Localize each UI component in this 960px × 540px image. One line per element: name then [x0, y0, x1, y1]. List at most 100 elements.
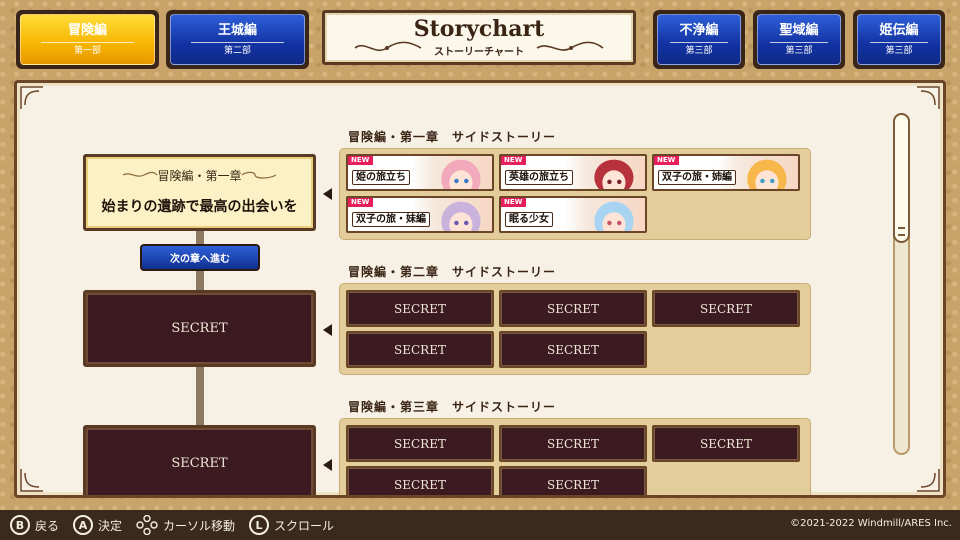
side-story-title: 姫の旅立ち	[352, 170, 410, 185]
tab-label: 姫伝編	[879, 22, 919, 38]
tab-kiden[interactable]: 姫伝編 第三部	[853, 10, 945, 69]
side-story-secret: SECRET	[394, 477, 446, 492]
storychart-title-card: Storychart ストーリーチャート	[322, 10, 636, 65]
corner-ornament-icon	[917, 469, 940, 492]
section-title: 冒険編・第二章 サイドストーリー	[348, 265, 557, 279]
control-hint-back: B 戻る	[10, 515, 59, 535]
side-story-card[interactable]: SECRET	[346, 466, 494, 495]
side-story-card[interactable]: NEW 姫の旅立ち	[346, 154, 494, 191]
side-story-title: 双子の旅・姉編	[658, 170, 736, 185]
next-chapter-button[interactable]: 次の章へ進む	[140, 244, 260, 271]
side-story-grid: SECRET SECRET SECRET SECRET SECRET	[339, 283, 811, 375]
dpad-icon	[136, 515, 158, 535]
side-story-secret: SECRET	[547, 477, 599, 492]
tab-sublabel: 第三部	[785, 45, 813, 56]
tab-boken-face: 冒険編 第一部	[20, 14, 155, 65]
character-portrait-icon	[594, 159, 634, 189]
new-badge: NEW	[654, 156, 680, 165]
side-story-secret: SECRET	[547, 301, 599, 316]
corner-ornament-icon	[20, 469, 43, 492]
chapter-card-3[interactable]: SECRET	[83, 425, 316, 495]
flourish-right-icon	[536, 41, 604, 51]
section-title: 冒険編・第一章 サイドストーリー	[348, 130, 557, 144]
side-story-secret: SECRET	[394, 301, 446, 316]
side-story-title: 英雄の旅立ち	[505, 170, 573, 185]
side-story-card[interactable]: SECRET	[499, 331, 647, 368]
side-story-title: 双子の旅・妹編	[352, 212, 430, 227]
control-hint-confirm: A 決定	[73, 515, 122, 535]
corner-ornament-icon	[917, 86, 940, 109]
side-story-card[interactable]: SECRET	[346, 331, 494, 368]
tab-sublabel: 第三部	[685, 45, 713, 56]
tab-fujo[interactable]: 不浄編 第三部	[653, 10, 745, 69]
side-story-card[interactable]: NEW 英雄の旅立ち	[499, 154, 647, 191]
chapter-card-1[interactable]: 冒険編・第一章 始まりの遺跡で最高の出会いを	[83, 154, 316, 231]
controls-bar: B 戻る A 決定 カーソル移動 L スクロール ©2021-2022 Wind…	[0, 510, 960, 540]
chapter-subtitle: 冒険編・第一章	[157, 169, 242, 183]
chapter-card-2[interactable]: SECRET	[83, 290, 316, 367]
scrollbar-thumb[interactable]	[893, 113, 910, 243]
pointer-arrow-icon	[323, 459, 332, 471]
tab-sublabel: 第三部	[885, 45, 913, 56]
side-story-secret: SECRET	[394, 342, 446, 357]
control-hint-cursor: カーソル移動	[136, 515, 235, 535]
new-badge: NEW	[348, 198, 374, 207]
ornament-icon	[241, 171, 277, 179]
tab-fujo-face: 不浄編 第三部	[657, 14, 741, 65]
side-story-secret: SECRET	[394, 436, 446, 451]
character-portrait-icon	[441, 159, 481, 189]
tab-divider	[40, 41, 135, 43]
grip-icon	[898, 227, 905, 236]
tab-label: 王城編	[217, 22, 257, 38]
side-story-card[interactable]: NEW 双子の旅・姉編	[652, 154, 800, 191]
chapter-secret-label: SECRET	[171, 321, 228, 336]
control-label: 戻る	[35, 518, 60, 533]
tab-divider	[870, 41, 928, 43]
tab-divider	[670, 41, 728, 43]
tab-label: 冒険編	[67, 22, 107, 38]
l-stick-icon: L	[249, 515, 270, 535]
chapter-title: 始まりの遺跡で最高の出会いを	[101, 199, 298, 215]
side-story-secret: SECRET	[700, 301, 752, 316]
control-label: スクロール	[274, 518, 335, 533]
b-button-icon: B	[10, 515, 30, 535]
section-title: 冒険編・第三章 サイドストーリー	[348, 400, 557, 414]
tab-seiiki[interactable]: 聖域編 第三部	[753, 10, 845, 69]
side-story-card[interactable]: SECRET	[652, 290, 800, 327]
side-story-card[interactable]: SECRET	[499, 425, 647, 462]
control-label: カーソル移動	[163, 518, 236, 533]
tab-ojo-face: 王城編 第二部	[170, 14, 305, 65]
side-story-card[interactable]: SECRET	[499, 466, 647, 495]
tab-label: 不浄編	[679, 22, 719, 38]
pointer-arrow-icon	[323, 188, 332, 200]
side-story-secret: SECRET	[700, 436, 752, 451]
tab-label: 聖域編	[779, 22, 819, 38]
a-button-icon: A	[73, 515, 94, 535]
tab-ojo[interactable]: 王城編 第二部	[166, 10, 309, 69]
page-subtitle: ストーリーチャート	[434, 47, 524, 58]
storychart-panel: 冒険編・第一章 始まりの遺跡で最高の出会いを 次の章へ進む SECRET SEC…	[14, 80, 946, 498]
tab-divider	[190, 41, 285, 43]
side-story-card[interactable]: NEW 双子の旅・妹編	[346, 196, 494, 233]
character-portrait-icon	[594, 201, 634, 231]
copyright-text: ©2021-2022 Windmill/ARES Inc.	[790, 518, 952, 529]
side-story-grid: NEW 姫の旅立ち NEW 英雄の旅立ち NEW 双子の旅・姉編 NEW 双子の…	[339, 148, 811, 240]
tab-boken[interactable]: 冒険編 第一部	[16, 10, 159, 69]
flourish-left-icon	[354, 41, 422, 52]
new-badge: NEW	[501, 156, 527, 165]
side-story-grid: SECRET SECRET SECRET SECRET SECRET	[339, 418, 811, 495]
pointer-arrow-icon	[323, 324, 332, 336]
side-story-title: 眠る少女	[505, 212, 553, 227]
corner-ornament-icon	[20, 86, 43, 109]
side-story-card[interactable]: SECRET	[652, 425, 800, 462]
tab-kiden-face: 姫伝編 第三部	[857, 14, 941, 65]
side-story-card[interactable]: SECRET	[499, 290, 647, 327]
side-story-card[interactable]: NEW 眠る少女	[499, 196, 647, 233]
control-label: 決定	[98, 518, 123, 533]
new-badge: NEW	[501, 198, 527, 207]
tab-sublabel: 第一部	[73, 45, 101, 56]
side-story-card[interactable]: SECRET	[346, 290, 494, 327]
new-badge: NEW	[348, 156, 374, 165]
side-story-card[interactable]: SECRET	[346, 425, 494, 462]
chapter-secret-label: SECRET	[171, 456, 228, 471]
